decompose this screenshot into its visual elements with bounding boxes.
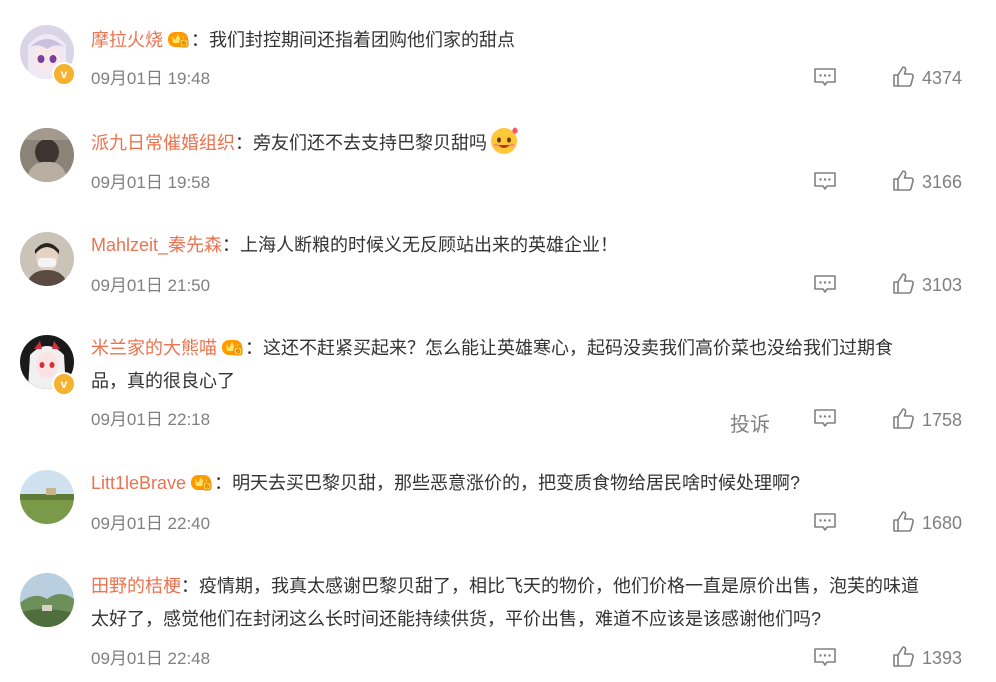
username-link[interactable]: Litt1leBrave <box>91 473 186 493</box>
vip-crown-icon <box>221 339 243 356</box>
comment-time: 09月01日 22:18 <box>91 410 211 429</box>
comment-text: 上海人断粮的时候义无反顾站出来的英雄企业！ <box>240 235 619 255</box>
separator: ： <box>222 235 241 255</box>
comment-icon[interactable] <box>813 407 837 429</box>
username-link[interactable]: 田野的桔梗 <box>91 576 181 596</box>
separator: ： <box>235 133 253 153</box>
verified-v-icon: v <box>52 62 76 86</box>
username-link[interactable]: 派九日常催婚组织 <box>91 133 235 153</box>
verified-v-icon: v <box>52 372 76 396</box>
like-count: 1393 <box>922 648 963 668</box>
comment-icon[interactable] <box>813 511 837 533</box>
thumbs-up-icon[interactable] <box>892 169 916 193</box>
comment-time: 09月01日 19:48 <box>91 69 211 88</box>
vip-crown-icon <box>190 474 212 491</box>
thumbs-up-icon[interactable] <box>892 272 916 296</box>
comment-text: 旁友们还不去支持巴黎贝甜吗 <box>253 133 487 153</box>
comment-text: 我们封控期间还指着团购他们家的甜点 <box>209 30 515 50</box>
comment-time: 09月01日 21:50 <box>91 276 211 295</box>
username-link[interactable]: 米兰家的大熊喵 <box>91 338 217 358</box>
comment-icon[interactable] <box>813 66 837 88</box>
comment-icon[interactable] <box>813 170 837 192</box>
thumbs-up-icon[interactable] <box>892 407 916 431</box>
like-count: 3103 <box>922 275 963 295</box>
username-link[interactable]: Mahlzeit_秦先森 <box>91 235 222 255</box>
like-count: 1680 <box>922 513 963 533</box>
like-count: 3166 <box>922 172 963 192</box>
thumbs-up-icon[interactable] <box>892 510 916 534</box>
thumbs-up-icon[interactable] <box>892 645 916 669</box>
comment-text: 疫情期，我真太感谢巴黎贝甜了，相比飞天的物价，他们价格一直是原价出售，泡芙的味道 <box>199 576 919 596</box>
comment-text: 太好了，感觉他们在封闭这么长时间还能持续供货，平价出售，难道不应该是该感谢他们吗… <box>91 609 822 629</box>
comment-time: 09月01日 19:58 <box>91 173 211 192</box>
like-count: 4374 <box>922 68 963 88</box>
vip-crown-icon <box>167 31 189 48</box>
separator: ： <box>245 338 263 358</box>
separator: ： <box>191 30 209 50</box>
comment-text: 这还不赶紧买起来？怎么能让英雄寒心，起码没卖我们高价菜也没给我们过期食 <box>263 338 893 358</box>
comment-text: 品，真的很良心了 <box>91 371 235 391</box>
username-link[interactable]: 摩拉火烧 <box>91 30 163 50</box>
comment-icon[interactable] <box>813 273 837 295</box>
report-button[interactable]: 投诉 <box>730 408 770 437</box>
like-count: 1758 <box>922 410 963 430</box>
thumbs-up-icon[interactable] <box>892 65 916 89</box>
separator: ： <box>181 576 199 596</box>
comment-time: 09月01日 22:40 <box>91 514 211 533</box>
separator: ： <box>214 473 233 493</box>
avatar[interactable] <box>20 232 74 286</box>
smile-emoji-icon <box>491 127 518 154</box>
avatar[interactable] <box>20 128 74 182</box>
avatar[interactable] <box>20 470 74 524</box>
comment-time: 09月01日 22:48 <box>91 649 211 668</box>
comment-icon[interactable] <box>813 646 837 668</box>
comment-text: 明天去买巴黎贝甜，那些恶意涨价的，把变质食物给居民啥时候处理啊? <box>232 473 801 493</box>
avatar[interactable] <box>20 573 74 627</box>
